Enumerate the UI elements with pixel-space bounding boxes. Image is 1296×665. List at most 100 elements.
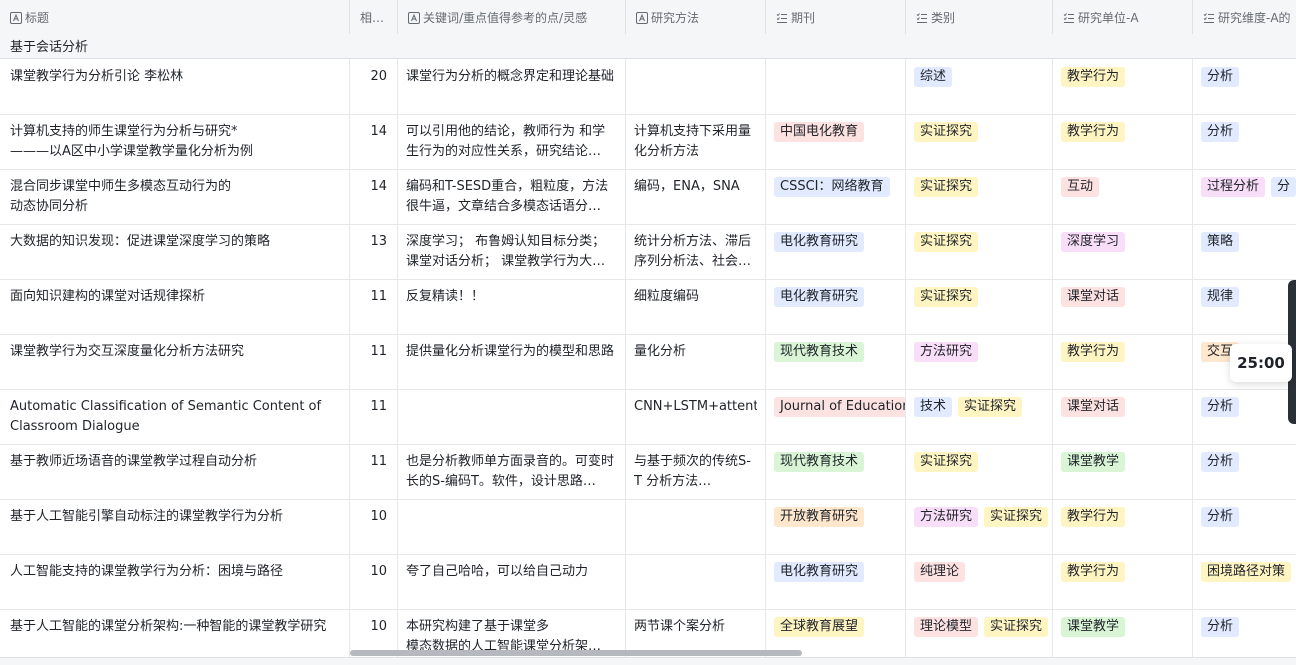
title-cell[interactable]: 基于教师近场语音的课堂教学过程自动分析 — [0, 444, 350, 499]
column-header-method[interactable]: 研究方法 — [626, 0, 766, 34]
citation-count-cell[interactable]: 14 — [350, 169, 398, 224]
journal-cell[interactable]: 中国电化教育 — [766, 114, 906, 169]
citation-count-cell[interactable]: 14 — [350, 114, 398, 169]
citation-count-cell[interactable]: 20 — [350, 59, 398, 114]
category-cell[interactable]: 实证探究 — [906, 279, 1053, 334]
method-cell[interactable]: 与基于频次的传统S-T 分析方法… — [626, 444, 766, 499]
column-header-research-dimension[interactable]: 研究维度-A的 — [1193, 0, 1296, 34]
column-header-title[interactable]: 标题 — [0, 0, 350, 34]
category-cell[interactable]: 方法研究 — [906, 334, 1053, 389]
table-row[interactable]: 基于人工智能引擎自动标注的课堂教学行为分析 10 开放教育研究 方法研究 实证探究 教学行… — [0, 499, 1296, 555]
research-unit-cell[interactable]: 课堂教学 — [1053, 609, 1193, 664]
keywords-cell[interactable]: 深度学习； 布鲁姆认知目标分类； 课堂对话分析； 课堂教学行为大… — [398, 224, 626, 279]
title-cell[interactable]: 计算机支持的师生课堂行为分析与研究* ———以A区中小学课堂教学量化分析为例 — [0, 114, 350, 169]
method-cell[interactable]: 编码，ENA，SNA — [626, 169, 766, 224]
citation-count-cell[interactable]: 11 — [350, 389, 398, 444]
keywords-cell[interactable]: 夸了自己哈哈，可以给自己动力 — [398, 554, 626, 609]
category-cell[interactable]: 实证探究 — [906, 114, 1053, 169]
journal-cell[interactable]: 现代教育技术 — [766, 334, 906, 389]
journal-cell[interactable]: 现代教育技术 — [766, 444, 906, 499]
title-cell[interactable]: 课堂教学行为分析引论 李松林 — [0, 59, 350, 114]
research-dimension-cell[interactable]: 分析 — [1193, 114, 1296, 169]
research-unit-cell[interactable]: 教学行为 — [1053, 554, 1193, 609]
title-cell[interactable]: 基于人工智能引擎自动标注的课堂教学行为分析 — [0, 499, 350, 554]
keywords-cell[interactable]: 编码和T-SESD重合，粗粒度，方法很牛逼，文章结合多模态话语分… — [398, 169, 626, 224]
research-unit-cell[interactable]: 教学行为 — [1053, 334, 1193, 389]
keywords-cell[interactable]: 也是分析教师单方面录音的。可变时长的S-编码T。软件，设计思路… — [398, 444, 626, 499]
keywords-cell[interactable]: 课堂行为分析的概念界定和理论基础 — [398, 59, 626, 114]
title-cell[interactable]: Automatic Classification of Semantic Con… — [0, 389, 350, 444]
column-header-journal[interactable]: 期刊 — [766, 0, 906, 34]
title-cell[interactable]: 大数据的知识发现：促进课堂深度学习的策略 — [0, 224, 350, 279]
citation-count-cell[interactable]: 11 — [350, 444, 398, 499]
title-cell[interactable]: 面向知识建构的课堂对话规律探析 — [0, 279, 350, 334]
table-row[interactable]: 面向知识建构的课堂对话规律探析 11 反复精读！！ 细粒度编码 电化教育研究 实证探究 课堂… — [0, 279, 1296, 335]
table-row[interactable]: Automatic Classification of Semantic Con… — [0, 389, 1296, 445]
journal-cell[interactable]: Journal of Educational — [766, 389, 906, 444]
citation-count-cell[interactable]: 11 — [350, 279, 398, 334]
group-header-row[interactable]: 基于会话分析 — [0, 34, 1296, 59]
keywords-cell[interactable] — [398, 499, 626, 554]
category-cell[interactable]: 实证探究 — [906, 169, 1053, 224]
column-header-research-unit[interactable]: 研究单位-A — [1053, 0, 1193, 34]
research-unit-cell[interactable]: 教学行为 — [1053, 499, 1193, 554]
research-unit-cell[interactable]: 教学行为 — [1053, 59, 1193, 114]
table-row[interactable]: 课堂教学行为交互深度量化分析方法研究 11 提供量化分析课堂行为的模型和思路 量化分析… — [0, 334, 1296, 390]
method-cell[interactable]: 细粒度编码 — [626, 279, 766, 334]
keywords-cell[interactable]: 反复精读！！ — [398, 279, 626, 334]
research-unit-cell[interactable]: 深度学习 — [1053, 224, 1193, 279]
research-dimension-cell[interactable]: 分析 — [1193, 389, 1296, 444]
research-unit-cell[interactable]: 教学行为 — [1053, 114, 1193, 169]
research-dimension-cell[interactable]: 分析 — [1193, 444, 1296, 499]
title-cell[interactable]: 人工智能支持的课堂教学行为分析：困境与路径 — [0, 554, 350, 609]
journal-cell[interactable]: CSSCI：网络教育 — [766, 169, 906, 224]
journal-cell[interactable] — [766, 59, 906, 114]
research-dimension-cell[interactable]: 规律 — [1193, 279, 1296, 334]
method-cell[interactable] — [626, 499, 766, 554]
research-dimension-cell[interactable]: 分析 — [1193, 609, 1296, 664]
title-cell[interactable]: 基于人工智能的课堂分析架构:一种智能的课堂教学研究 — [0, 609, 350, 664]
table-row[interactable]: 课堂教学行为分析引论 李松林 20 课堂行为分析的概念界定和理论基础 综述 教学行为 分析 — [0, 59, 1296, 115]
table-row[interactable]: 大数据的知识发现：促进课堂深度学习的策略 13 深度学习； 布鲁姆认知目标分类； 课… — [0, 224, 1296, 280]
column-header-category[interactable]: 类别 — [906, 0, 1053, 34]
research-dimension-cell[interactable]: 过程分析分 — [1193, 169, 1296, 224]
research-dimension-cell[interactable]: 策略 — [1193, 224, 1296, 279]
table-row[interactable]: 混合同步课堂中师生多模态互动行为的 动态协同分析 14 编码和T-SESD重合，粗粒… — [0, 169, 1296, 225]
research-dimension-cell[interactable]: 分析 — [1193, 499, 1296, 554]
table-row[interactable]: 计算机支持的师生课堂行为分析与研究* ———以A区中小学课堂教学量化分析为例 14… — [0, 114, 1296, 170]
table-row[interactable]: 人工智能支持的课堂教学行为分析：困境与路径 10 夸了自己哈哈，可以给自己动力 电化教… — [0, 554, 1296, 610]
research-dimension-cell[interactable]: 困境路径对策 — [1193, 554, 1296, 609]
title-cell[interactable]: 混合同步课堂中师生多模态互动行为的 动态协同分析 — [0, 169, 350, 224]
journal-cell[interactable]: 电化教育研究 — [766, 279, 906, 334]
research-unit-cell[interactable]: 课堂对话 — [1053, 279, 1193, 334]
category-cell[interactable]: 技术 实证探究 — [906, 389, 1053, 444]
citation-count-cell[interactable]: 13 — [350, 224, 398, 279]
journal-cell[interactable]: 电化教育研究 — [766, 224, 906, 279]
method-cell[interactable] — [626, 554, 766, 609]
keywords-cell[interactable] — [398, 389, 626, 444]
category-cell[interactable]: 理论模型 实证探究 — [906, 609, 1053, 664]
keywords-cell[interactable]: 可以引用他的结论，教师行为 和学生行为的对应性关系，研究结论… — [398, 114, 626, 169]
research-unit-cell[interactable]: 课堂对话 — [1053, 389, 1193, 444]
category-cell[interactable]: 方法研究 实证探究 — [906, 499, 1053, 554]
method-cell[interactable] — [626, 59, 766, 114]
research-unit-cell[interactable]: 课堂教学 — [1053, 444, 1193, 499]
horizontal-scrollbar[interactable] — [350, 650, 802, 656]
column-header-citations[interactable]: 相… — [350, 0, 398, 34]
timer-widget[interactable]: 25:00 — [1230, 344, 1292, 382]
citation-count-cell[interactable]: 10 — [350, 499, 398, 554]
research-unit-cell[interactable]: 互动 — [1053, 169, 1193, 224]
category-cell[interactable]: 实证探究 — [906, 224, 1053, 279]
category-cell[interactable]: 实证探究 — [906, 444, 1053, 499]
method-cell[interactable]: 量化分析 — [626, 334, 766, 389]
citation-count-cell[interactable]: 10 — [350, 554, 398, 609]
citation-count-cell[interactable]: 11 — [350, 334, 398, 389]
category-cell[interactable]: 纯理论 — [906, 554, 1053, 609]
research-dimension-cell[interactable]: 分析 — [1193, 59, 1296, 114]
method-cell[interactable]: CNN+LSTM+attention — [626, 389, 766, 444]
method-cell[interactable]: 计算机支持下采用量化分析方法 — [626, 114, 766, 169]
journal-cell[interactable]: 开放教育研究 — [766, 499, 906, 554]
journal-cell[interactable]: 电化教育研究 — [766, 554, 906, 609]
table-row[interactable]: 基于教师近场语音的课堂教学过程自动分析 11 也是分析教师单方面录音的。可变时长的S… — [0, 444, 1296, 500]
title-cell[interactable]: 课堂教学行为交互深度量化分析方法研究 — [0, 334, 350, 389]
